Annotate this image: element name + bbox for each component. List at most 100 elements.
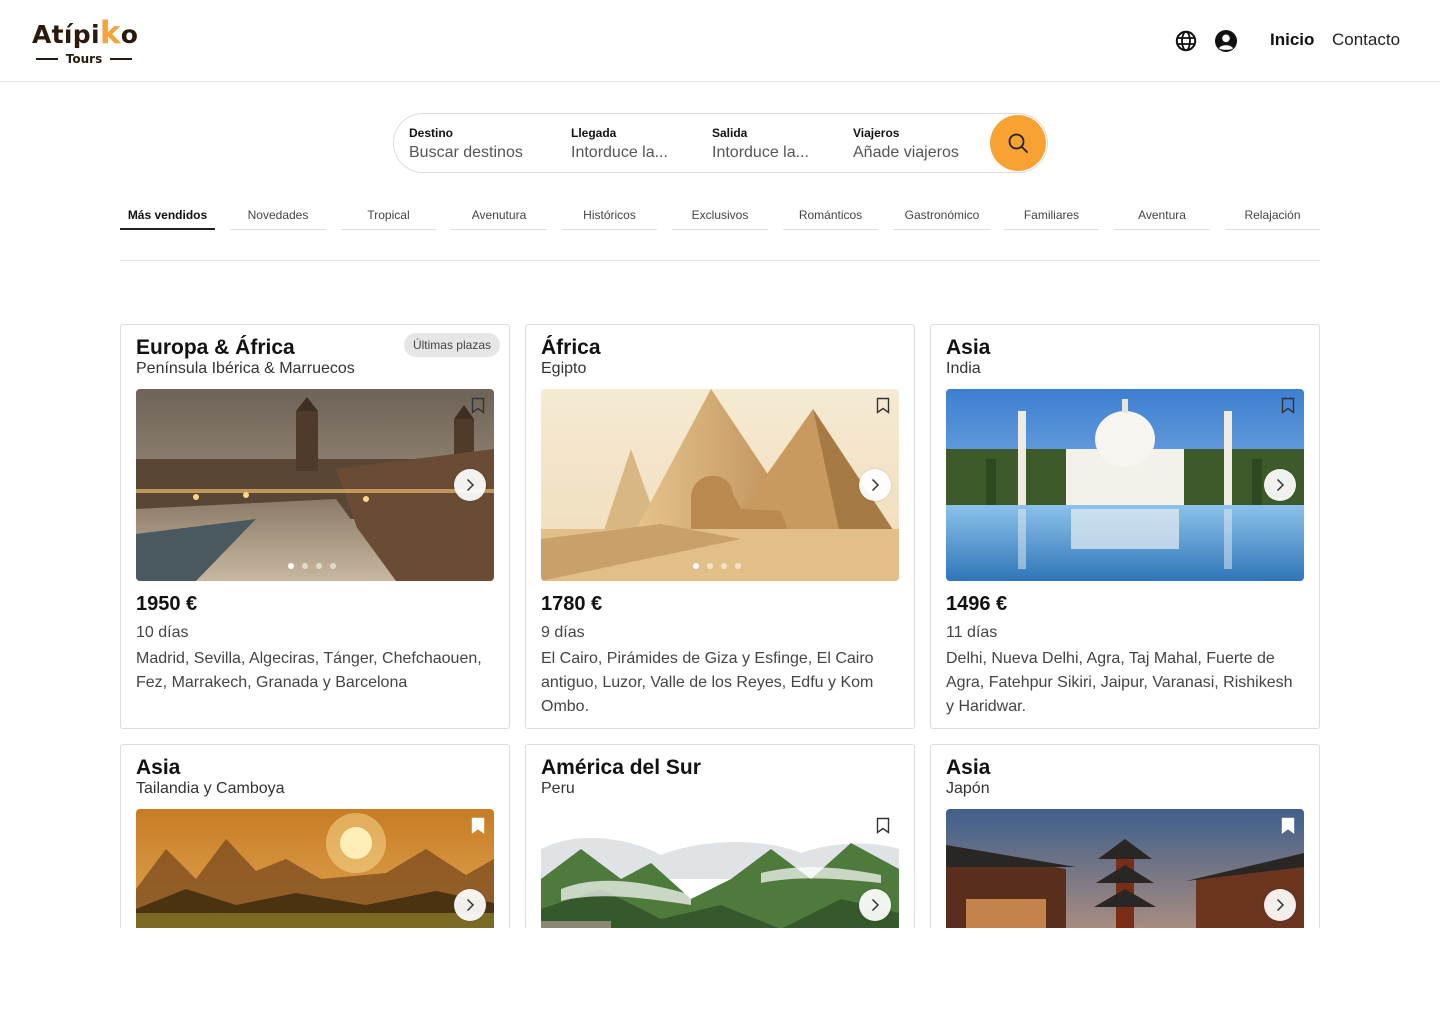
carousel-dot[interactable] <box>330 563 336 569</box>
tab-exclusivos[interactable]: Exclusivos <box>672 208 768 230</box>
departure-input[interactable]: Intorduce la... <box>712 142 809 164</box>
tour-photo <box>946 809 1304 928</box>
brand-sub-text: Tours <box>65 52 103 66</box>
chevron-right-icon <box>871 898 880 912</box>
bookmark-icon[interactable] <box>1281 817 1295 834</box>
carousel-dots <box>288 563 336 569</box>
globe-icon[interactable] <box>1174 29 1198 53</box>
thailand-sunset-image <box>136 809 494 928</box>
card-place: Japón <box>946 780 990 797</box>
destination-input[interactable]: Buscar destinos <box>409 142 523 164</box>
tab-tropical[interactable]: Tropical <box>341 208 436 230</box>
card-place: Peru <box>541 780 575 797</box>
card-route: Delhi, Nueva Delhi, Agra, Taj Mahal, Fue… <box>946 650 1293 715</box>
tab-aventura[interactable]: Aventura <box>1114 208 1210 230</box>
divider <box>120 260 1320 261</box>
field-label: Destino <box>409 126 454 140</box>
tour-card[interactable]: Asia Tailandia y Camboya <box>120 744 510 928</box>
chevron-right-icon <box>1276 898 1285 912</box>
tab-novedades[interactable]: Novedades <box>230 208 326 230</box>
card-duration: 9 días <box>541 624 585 641</box>
carousel-dot[interactable] <box>693 563 699 569</box>
next-image-button[interactable] <box>454 889 486 921</box>
bookmark-icon[interactable] <box>876 817 890 834</box>
brand-rule <box>35 58 58 60</box>
taj-mahal-image <box>946 389 1304 581</box>
chevron-right-icon <box>466 898 475 912</box>
tour-card[interactable]: Asia India 1496 € 11 días Delhi, Nueva D… <box>930 324 1320 729</box>
tour-photo <box>541 809 899 928</box>
bookmark-icon[interactable] <box>471 397 485 414</box>
next-image-button[interactable] <box>859 469 891 501</box>
bookmark-icon[interactable] <box>1281 397 1295 414</box>
card-price: 1496 € <box>946 593 1008 615</box>
card-route: El Cairo, Pirámides de Giza y Esfinge, E… <box>541 650 874 715</box>
carousel-dot[interactable] <box>288 563 294 569</box>
site-header: Atípiko Tours Inicio Contacto <box>0 0 1440 82</box>
search-button[interactable] <box>990 115 1046 171</box>
field-label: Salida <box>712 126 748 140</box>
next-image-button[interactable] <box>1264 469 1296 501</box>
search-icon <box>1008 133 1028 153</box>
tour-card[interactable]: Europa & África Península Ibérica & Marr… <box>120 324 510 729</box>
tour-card[interactable]: África Egipto 1780 € 9 días El Cairo, Pi… <box>525 324 915 729</box>
card-price: 1950 € <box>136 593 198 615</box>
carousel-dot[interactable] <box>721 563 727 569</box>
card-region: África <box>541 336 601 359</box>
kyoto-pagoda-image <box>946 809 1304 928</box>
plaza-espana-image <box>136 389 494 581</box>
tab-relajacion[interactable]: Relajación <box>1225 208 1320 230</box>
destination-field[interactable]: Destino Buscar destinos <box>409 126 523 164</box>
arrival-input[interactable]: Intorduce la... <box>571 142 668 164</box>
next-image-button[interactable] <box>1264 889 1296 921</box>
tab-romanticos[interactable]: Románticos <box>783 208 878 230</box>
machu-picchu-image <box>541 809 899 928</box>
card-region: Asia <box>946 336 991 359</box>
bookmark-icon[interactable] <box>471 817 485 834</box>
field-label: Viajeros <box>853 126 900 140</box>
card-place: Egipto <box>541 360 587 377</box>
card-duration: 10 días <box>136 624 189 641</box>
brand-rule <box>110 58 133 60</box>
card-region: Asia <box>946 756 991 779</box>
carousel-dots <box>693 563 741 569</box>
tab-historicos[interactable]: Históricos <box>562 208 657 230</box>
card-place: Península Ibérica & Marruecos <box>136 360 355 377</box>
tour-photo <box>136 809 494 928</box>
chevron-right-icon <box>466 478 475 492</box>
tab-familiares[interactable]: Familiares <box>1004 208 1099 230</box>
card-region: Asia <box>136 756 181 779</box>
next-image-button[interactable] <box>454 469 486 501</box>
user-circle-icon[interactable] <box>1214 29 1238 53</box>
card-route: Madrid, Sevilla, Algeciras, Tánger, Chef… <box>136 650 482 691</box>
card-region: América del Sur <box>541 756 701 779</box>
travelers-input[interactable]: Añade viajeros <box>853 142 959 164</box>
search-bar: Destino Buscar destinos Llegada Intorduc… <box>393 113 1048 173</box>
departure-field[interactable]: Salida Intorduce la... <box>712 126 809 164</box>
carousel-dot[interactable] <box>735 563 741 569</box>
field-label: Llegada <box>571 126 617 140</box>
tab-avenutura[interactable]: Avenutura <box>451 208 547 230</box>
card-price: 1780 € <box>541 593 603 615</box>
tour-photo <box>136 389 494 581</box>
next-image-button[interactable] <box>859 889 891 921</box>
tab-gastronomico[interactable]: Gastronómico <box>893 208 991 230</box>
arrival-field[interactable]: Llegada Intorduce la... <box>571 126 668 164</box>
carousel-dot[interactable] <box>302 563 308 569</box>
brand-sub: Tours <box>32 52 136 66</box>
bookmark-icon[interactable] <box>876 397 890 414</box>
brand-logo[interactable]: Atípiko Tours <box>32 15 139 68</box>
card-place: India <box>946 360 981 377</box>
carousel-dot[interactable] <box>707 563 713 569</box>
tour-card[interactable]: Asia Japón <box>930 744 1320 928</box>
tour-photo <box>946 389 1304 581</box>
nav-link-inicio[interactable]: Inicio <box>1270 30 1314 50</box>
nav-link-contacto[interactable]: Contacto <box>1332 30 1400 50</box>
travelers-field[interactable]: Viajeros Añade viajeros <box>853 126 959 164</box>
tour-card[interactable]: América del Sur Peru <box>525 744 915 928</box>
brand-name: Atípiko <box>32 15 139 51</box>
tab-mas-vendidos[interactable]: Más vendidos <box>120 208 215 230</box>
chevron-right-icon <box>1276 478 1285 492</box>
card-place: Tailandia y Camboya <box>136 780 285 797</box>
carousel-dot[interactable] <box>316 563 322 569</box>
